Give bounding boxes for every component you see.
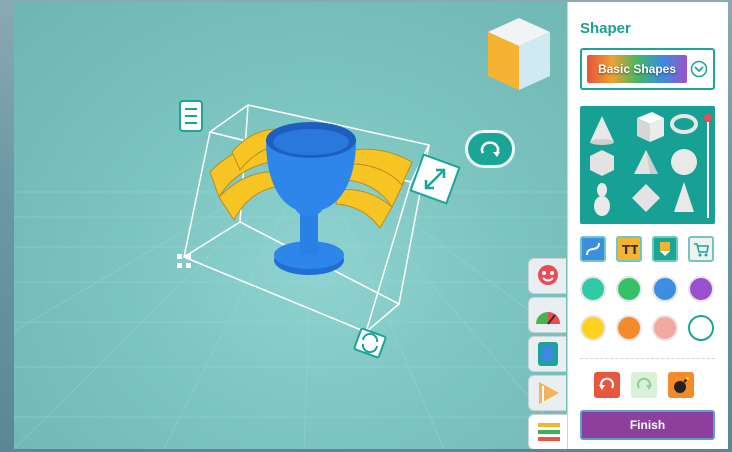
color-purple-swatch[interactable] — [688, 276, 714, 302]
cone-stripes-icon — [538, 382, 559, 404]
color-pink-swatch[interactable] — [652, 315, 678, 341]
finish-label: Finish — [629, 418, 666, 432]
undo-icon — [599, 377, 615, 390]
octahedron-shape[interactable] — [632, 184, 660, 212]
category-cone-tab[interactable] — [528, 375, 566, 411]
scroll-thumb[interactable] — [704, 114, 712, 122]
curve-path-icon — [586, 242, 600, 256]
svg-text:TT: TT — [622, 243, 638, 257]
shape-category-label: Basic Shapes — [587, 55, 687, 83]
category-tools-tab[interactable] — [528, 414, 567, 449]
shaper-panel: Shaper Basic Shapes TT Finish — [567, 2, 728, 449]
cube-shape[interactable] — [637, 112, 664, 142]
text-icon: TT — [622, 243, 638, 257]
rotate-view-button[interactable] — [465, 130, 515, 168]
download-icon — [660, 242, 670, 256]
shape-gallery[interactable] — [580, 106, 715, 224]
trophy-model[interactable] — [14, 2, 567, 449]
undo-button[interactable] — [594, 372, 620, 398]
torus-shape[interactable] — [670, 114, 698, 134]
color-blue-swatch[interactable] — [652, 276, 678, 302]
tools-icon — [537, 423, 560, 441]
cone-shape[interactable] — [590, 116, 614, 145]
view-cube[interactable] — [486, 16, 552, 92]
rotate-icon — [480, 141, 500, 157]
gauge-icon — [535, 312, 560, 325]
color-green-swatch[interactable] — [616, 276, 642, 302]
3d-viewport[interactable] — [14, 2, 567, 449]
color-white-swatch[interactable] — [688, 315, 714, 341]
shape-category-select[interactable]: Basic Shapes — [580, 48, 715, 90]
sphere-shape[interactable] — [671, 149, 697, 175]
bowling-pin-shape[interactable] — [594, 183, 610, 216]
category-face-tab[interactable] — [528, 258, 566, 294]
delete-bomb-button[interactable] — [668, 372, 694, 398]
category-phone-tab[interactable] — [528, 336, 566, 372]
finish-button[interactable]: Finish — [580, 410, 715, 440]
dodecahedron-shape[interactable] — [590, 150, 614, 176]
import-tool-button[interactable] — [652, 236, 678, 262]
face-icon — [537, 265, 558, 285]
panel-title: Shaper — [580, 20, 631, 37]
color-orange-swatch[interactable] — [616, 315, 642, 341]
cart-icon — [694, 243, 709, 257]
bomb-icon — [674, 377, 689, 393]
chevron-down-icon — [690, 60, 708, 78]
phone-icon — [537, 342, 558, 366]
tetrahedron-shape[interactable] — [634, 150, 658, 174]
color-teal-swatch[interactable] — [580, 276, 606, 302]
category-gauge-tab[interactable] — [528, 297, 566, 333]
redo-icon — [636, 377, 652, 390]
rotate-handle-icon[interactable] — [353, 327, 387, 359]
path-tool-button[interactable] — [580, 236, 606, 262]
redo-button[interactable] — [631, 372, 657, 398]
panel-divider — [580, 358, 715, 360]
color-yellow-swatch[interactable] — [580, 315, 606, 341]
shop-tool-button[interactable] — [688, 236, 714, 262]
tall-cone-shape[interactable] — [674, 182, 694, 212]
text-tool-button[interactable]: TT — [616, 236, 642, 262]
